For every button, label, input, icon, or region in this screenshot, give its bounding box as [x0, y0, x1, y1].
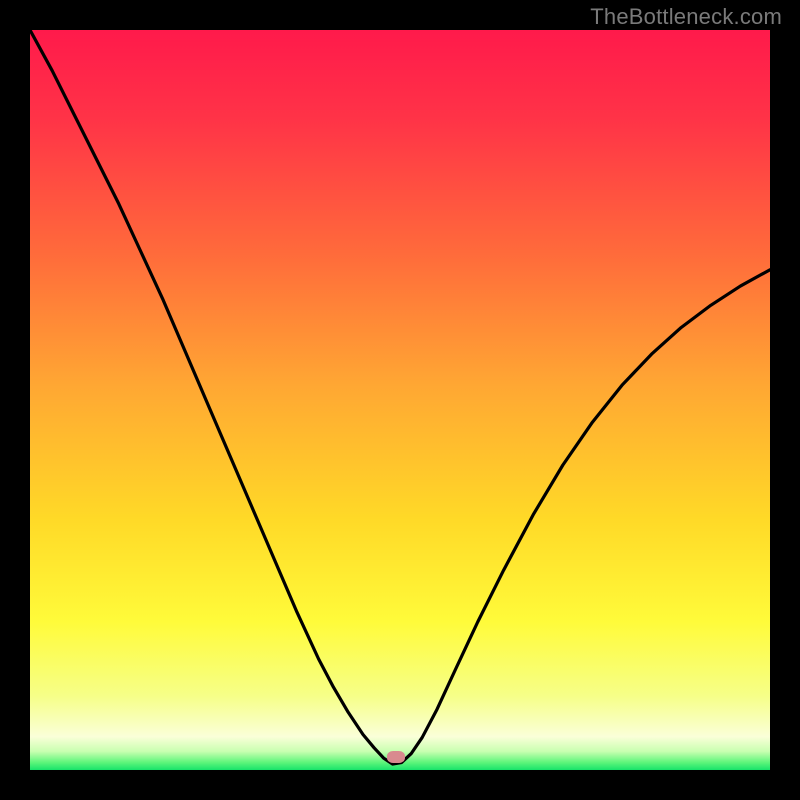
watermark-text: TheBottleneck.com [590, 4, 782, 30]
gradient-rect [30, 30, 770, 770]
min-marker [387, 751, 405, 763]
chart-frame: TheBottleneck.com [0, 0, 800, 800]
bottleneck-plot [30, 30, 770, 770]
